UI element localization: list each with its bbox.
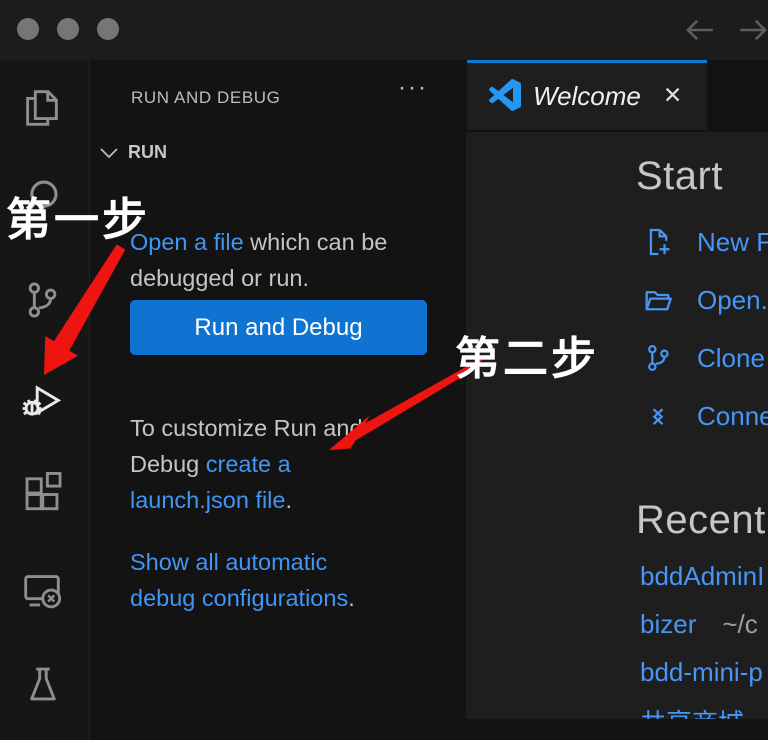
remote-connect-icon	[641, 399, 675, 433]
git-branch-icon	[641, 341, 675, 375]
run-section-header[interactable]: RUN	[99, 142, 167, 163]
start-item-clone[interactable]: Clone	[641, 341, 765, 375]
tab-welcome-label: Welcome	[533, 81, 641, 112]
run-and-debug-panel: RUN AND DEBUG ··· RUN Open a file which …	[90, 60, 466, 740]
open-folder-icon	[641, 283, 675, 317]
source-control-icon[interactable]	[19, 277, 65, 323]
traffic-light-2[interactable]	[57, 18, 79, 40]
tab-close-icon[interactable]: ✕	[663, 82, 682, 109]
tab-welcome[interactable]: Welcome ✕	[467, 60, 707, 130]
remote-explorer-icon[interactable]	[19, 567, 65, 613]
panel-more-actions-icon[interactable]: ···	[398, 74, 428, 102]
customize-hint-post: .	[285, 487, 292, 513]
recent-item-name[interactable]: 共享商城	[640, 708, 744, 719]
welcome-page: Start New F Open. Clone	[466, 132, 768, 719]
run-section-label: RUN	[128, 142, 167, 163]
extensions-icon[interactable]	[19, 470, 65, 516]
show-all-hint: Show all automatic debug configurations.	[130, 544, 398, 616]
vscode-logo-icon	[489, 79, 521, 111]
annotation-step1: 第一步	[6, 183, 150, 248]
recent-item[interactable]: bddAdminI	[640, 561, 764, 592]
recent-heading: Recent	[636, 498, 766, 543]
start-item-connect[interactable]: Conne	[641, 399, 768, 433]
start-item-label: Conne	[697, 401, 768, 432]
recent-item[interactable]: bdd-mini-p	[640, 657, 763, 688]
recent-item[interactable]: 共享商城	[640, 703, 744, 719]
start-item-open[interactable]: Open.	[641, 283, 768, 317]
editor-tab-bar: Welcome ✕	[466, 60, 768, 132]
nav-back-icon[interactable]	[683, 13, 717, 47]
annotation-step2: 第二步	[455, 322, 599, 387]
vscode-window: RUN AND DEBUG ··· RUN Open a file which …	[0, 0, 768, 740]
new-file-icon	[641, 225, 675, 259]
show-all-hint-post: .	[348, 585, 355, 611]
recent-item[interactable]: bizer ~/c	[640, 609, 758, 640]
explorer-icon[interactable]	[19, 85, 65, 131]
testing-icon[interactable]	[19, 661, 65, 707]
recent-item-name[interactable]: bddAdminI	[640, 561, 764, 591]
customize-hint: To customize Run and Debug create a laun…	[130, 410, 398, 518]
traffic-light-1[interactable]	[17, 18, 39, 40]
nav-forward-icon[interactable]	[736, 13, 768, 47]
panel-title: RUN AND DEBUG	[131, 88, 281, 108]
recent-item-name[interactable]: bdd-mini-p	[640, 657, 763, 687]
traffic-light-3[interactable]	[97, 18, 119, 40]
titlebar	[0, 0, 768, 60]
run-and-debug-icon[interactable]	[19, 376, 65, 422]
start-item-label: New F	[697, 227, 768, 258]
recent-item-name[interactable]: bizer	[640, 609, 696, 639]
start-item-label: Clone	[697, 343, 765, 374]
start-item-label: Open.	[697, 285, 768, 316]
start-item-new-file[interactable]: New F	[641, 225, 768, 259]
recent-item-path: ~/c	[722, 609, 757, 639]
run-and-debug-button[interactable]: Run and Debug	[130, 300, 427, 355]
open-file-hint: Open a file which can be debugged or run…	[130, 224, 398, 296]
start-heading: Start	[636, 154, 723, 199]
activity-bar	[0, 60, 90, 740]
show-all-configs-link[interactable]: Show all automatic debug configurations	[130, 549, 348, 611]
chevron-down-icon	[99, 145, 119, 161]
